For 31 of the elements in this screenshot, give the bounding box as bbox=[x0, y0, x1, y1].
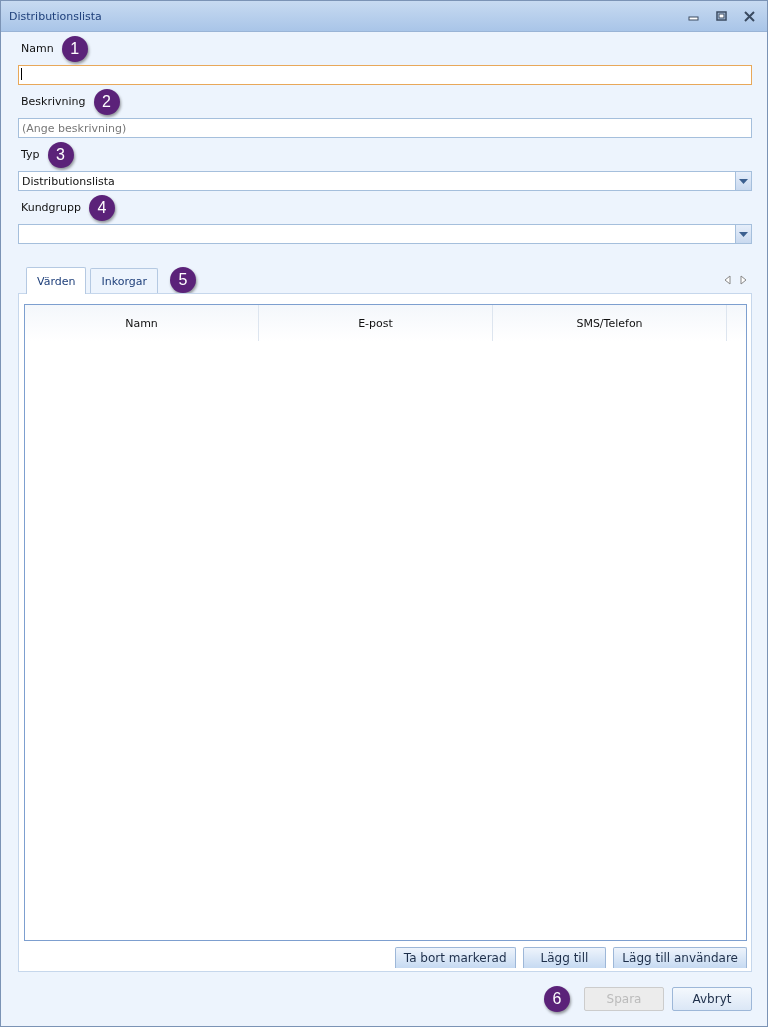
column-header[interactable]: SMS/Telefon bbox=[493, 305, 727, 341]
dropdown-field[interactable] bbox=[18, 224, 752, 244]
column-header[interactable]: Namn bbox=[25, 305, 259, 341]
dropdown-field[interactable]: Distributionslista bbox=[18, 171, 752, 191]
dropdown-arrow-icon bbox=[739, 231, 748, 237]
scroll-left-icon[interactable] bbox=[724, 274, 731, 285]
field-label: Typ bbox=[21, 148, 40, 161]
callout-badge: 4 bbox=[89, 194, 116, 221]
action-button[interactable]: Lägg till bbox=[522, 947, 607, 968]
dialog-button[interactable]: Avbryt bbox=[672, 987, 752, 1011]
field-label: Beskrivning bbox=[21, 95, 86, 108]
close-icon[interactable] bbox=[744, 10, 755, 22]
field-label: Kundgrupp bbox=[21, 201, 82, 214]
text-cursor bbox=[21, 68, 22, 80]
callout-badge: 3 bbox=[47, 141, 74, 168]
column-header[interactable]: E-post bbox=[259, 305, 493, 341]
dropdown-arrow-icon bbox=[739, 178, 748, 184]
text-field[interactable]: (Ange beskrivning) bbox=[18, 118, 752, 138]
callout-badge: 6 bbox=[544, 986, 570, 1012]
text-field[interactable] bbox=[18, 65, 752, 85]
callout-badge: 2 bbox=[93, 88, 120, 115]
action-button[interactable]: Lägg till användare bbox=[613, 947, 747, 968]
tab[interactable]: Inkorgar bbox=[90, 268, 158, 293]
scroll-right-icon[interactable] bbox=[740, 274, 747, 285]
maximize-icon[interactable] bbox=[716, 10, 727, 22]
field-label: Namn bbox=[21, 42, 54, 55]
callout-badge: 1 bbox=[61, 35, 88, 62]
window-title: Distributionslista bbox=[9, 9, 102, 23]
tab[interactable]: Värden bbox=[26, 267, 87, 294]
action-button[interactable]: Ta bort markerad bbox=[394, 947, 516, 968]
callout-badge: 5 bbox=[169, 266, 196, 293]
